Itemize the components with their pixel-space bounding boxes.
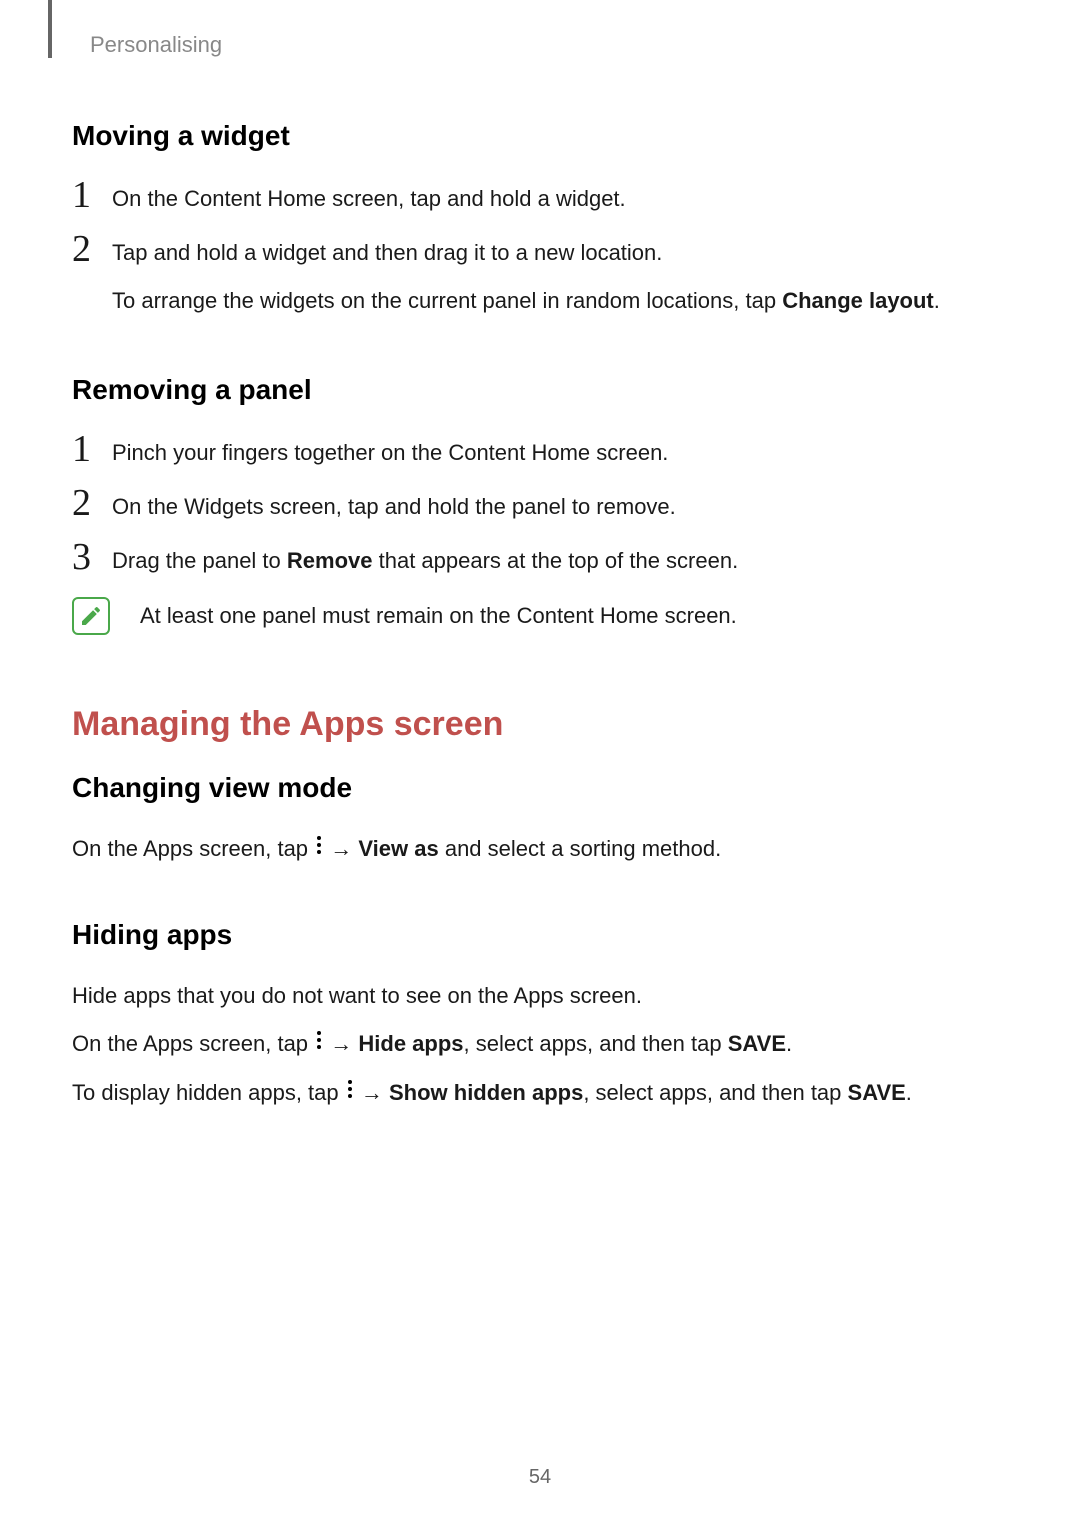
cvm-post: and select a sorting method. [439,836,722,861]
step-text: Pinch your fingers together on the Conte… [112,434,992,470]
cvm-arrow: → [324,836,358,861]
step-text-post: that appears at the top of the screen. [373,548,739,573]
step-sub-post: . [934,288,940,313]
step-text: Tap and hold a widget and then drag it t… [112,234,992,318]
heading-hiding-apps: Hiding apps [72,919,992,951]
heading-removing-panel: Removing a panel [72,374,992,406]
page-number: 54 [0,1466,1080,1489]
step-1-moving-widget: 1 On the Content Home screen, tap and ho… [72,180,992,216]
page-content: Moving a widget 1 On the Content Home sc… [72,100,992,1125]
step-number: 3 [72,538,112,576]
hiding-apps-line1: Hide apps that you do not want to see on… [72,979,992,1013]
ha3-bold: Show hidden apps [389,1080,583,1105]
note-row: At least one panel must remain on the Co… [72,597,992,635]
more-options-icon [314,831,324,865]
cvm-pre: On the Apps screen, tap [72,836,314,861]
ha3-bold2: SAVE [848,1080,906,1105]
step-2-moving-widget: 2 Tap and hold a widget and then drag it… [72,234,992,318]
ha2-bold: Hide apps [358,1031,463,1056]
ha2-arrow: → [324,1031,358,1056]
cvm-bold: View as [358,836,438,861]
note-text: At least one panel must remain on the Co… [140,599,737,632]
step-text-sub: To arrange the widgets on the current pa… [112,284,992,318]
step-1-removing-panel: 1 Pinch your fingers together on the Con… [72,434,992,470]
ha3-pre: To display hidden apps, tap [72,1080,345,1105]
step-text-line: Tap and hold a widget and then drag it t… [112,240,662,265]
step-2-removing-panel: 2 On the Widgets screen, tap and hold th… [72,488,992,524]
header-section-label: Personalising [90,32,222,58]
hiding-apps-line2: On the Apps screen, tap → Hide apps, sel… [72,1027,992,1062]
step-text: On the Content Home screen, tap and hold… [112,180,992,216]
heading-moving-widget: Moving a widget [72,120,992,152]
ha2-mid: , select apps, and then tap [464,1031,728,1056]
changing-view-mode-text: On the Apps screen, tap → View as and se… [72,832,992,867]
heading-managing-apps: Managing the Apps screen [72,705,992,744]
ha3-mid: , select apps, and then tap [583,1080,847,1105]
more-options-icon [345,1075,355,1109]
step-sub-bold: Change layout [782,288,934,313]
step-number: 2 [72,230,112,268]
ha3-post: . [906,1080,912,1105]
pencil-note-icon [79,604,103,628]
ha2-post: . [786,1031,792,1056]
step-sub-pre: To arrange the widgets on the current pa… [112,288,782,313]
ha2-pre: On the Apps screen, tap [72,1031,314,1056]
step-number: 1 [72,430,112,468]
step-text: Drag the panel to Remove that appears at… [112,542,992,578]
step-3-removing-panel: 3 Drag the panel to Remove that appears … [72,542,992,578]
ha2-bold2: SAVE [728,1031,786,1056]
note-icon [72,597,110,635]
more-options-icon [314,1026,324,1060]
step-number: 2 [72,484,112,522]
step-number: 1 [72,176,112,214]
step-text-pre: Drag the panel to [112,548,287,573]
heading-changing-view-mode: Changing view mode [72,772,992,804]
header-tab-marker [48,0,52,58]
step-text: On the Widgets screen, tap and hold the … [112,488,992,524]
ha3-arrow: → [355,1080,389,1105]
hiding-apps-line3: To display hidden apps, tap → Show hidde… [72,1076,992,1111]
step-text-bold: Remove [287,548,373,573]
